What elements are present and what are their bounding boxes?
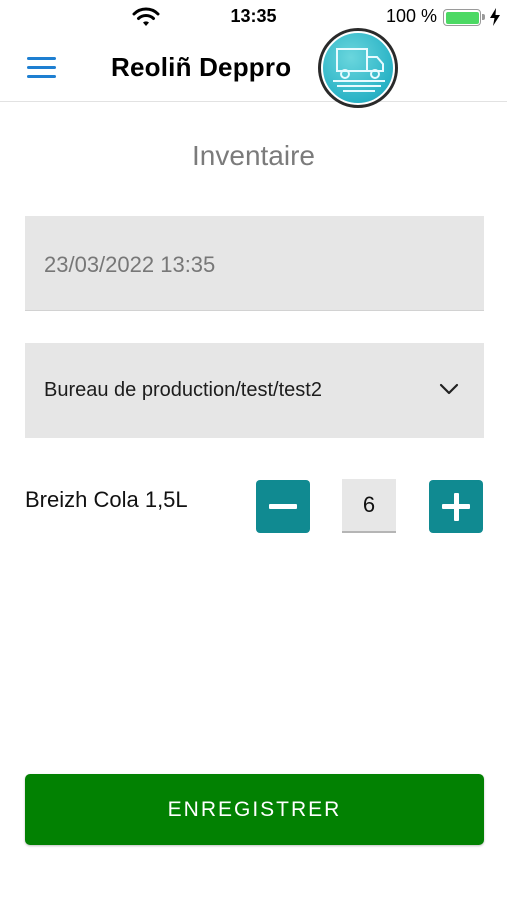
battery-fill — [445, 11, 479, 24]
battery-icon — [443, 9, 485, 26]
plus-icon — [453, 493, 459, 521]
increment-button[interactable] — [429, 480, 483, 533]
page-title: Inventaire — [192, 140, 315, 171]
location-select[interactable]: Bureau de production/test/test2 — [25, 343, 484, 438]
app-title: Reoliñ Deppro — [111, 52, 292, 82]
status-bar: 13:35 100 % — [0, 0, 507, 34]
charging-bolt-icon — [490, 8, 500, 26]
minus-icon — [269, 504, 297, 509]
chevron-down-icon — [439, 383, 459, 395]
menu-line — [27, 57, 56, 60]
datetime-field[interactable]: 23/03/2022 13:35 — [25, 216, 484, 311]
menu-line — [27, 75, 56, 78]
datetime-value: 23/03/2022 13:35 — [44, 252, 216, 277]
battery-nub — [482, 14, 485, 20]
truck-logo-icon — [318, 28, 398, 108]
logo-badge — [321, 31, 395, 105]
item-label: Breizh Cola 1,5L — [25, 487, 188, 512]
app-header: Reoliñ Deppro — [0, 28, 507, 108]
location-value: Bureau de production/test/test2 — [44, 379, 322, 401]
battery-percentage: 100 % — [385, 6, 437, 26]
menu-line — [27, 66, 56, 69]
hamburger-menu-icon[interactable] — [22, 52, 62, 82]
save-button[interactable]: ENREGISTRER — [25, 774, 484, 845]
truck-icon — [333, 48, 385, 92]
quantity-input[interactable]: 6 — [342, 479, 396, 533]
decrement-button[interactable] — [256, 480, 310, 533]
